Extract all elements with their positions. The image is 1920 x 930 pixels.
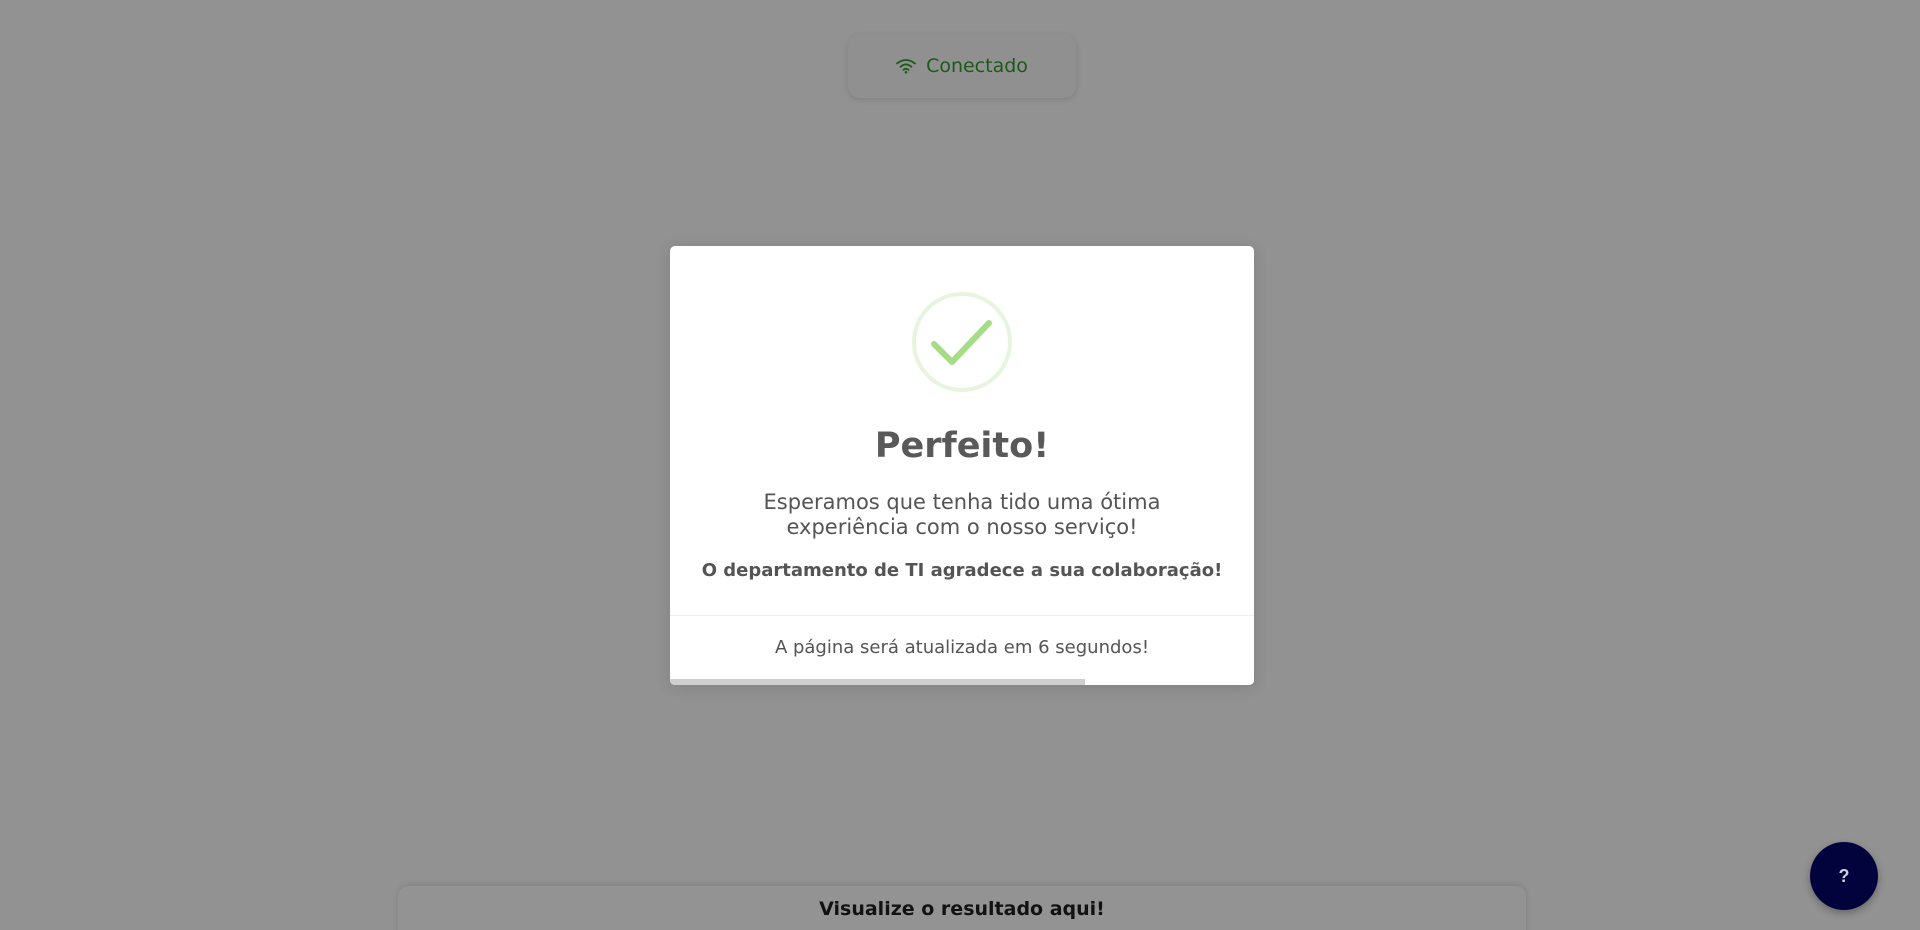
help-button[interactable]: ? — [1810, 842, 1878, 910]
success-modal: Perfeito! Esperamos que tenha tido uma ó… — [670, 246, 1254, 685]
connection-status: Conectado — [848, 34, 1076, 98]
modal-footer-countdown: A página será atualizada em 6 segundos! — [774, 637, 1150, 658]
modal-title: Perfeito! — [874, 426, 1050, 466]
timer-progress-bar — [670, 679, 1085, 685]
modal-divider — [670, 615, 1254, 616]
modal-message: Esperamos que tenha tido uma ótima exper… — [763, 490, 1161, 539]
help-icon: ? — [1838, 865, 1850, 886]
wifi-icon — [896, 58, 916, 74]
success-check-icon — [911, 291, 1013, 393]
modal-thanks-message: O departamento de TI agradece a sua cola… — [701, 560, 1223, 581]
timer-progress-track — [670, 679, 1254, 685]
result-card-title: Visualize o resultado aqui! — [819, 898, 1105, 920]
connection-status-label: Conectado — [926, 55, 1028, 77]
result-card: Visualize o resultado aqui! — [398, 886, 1526, 930]
